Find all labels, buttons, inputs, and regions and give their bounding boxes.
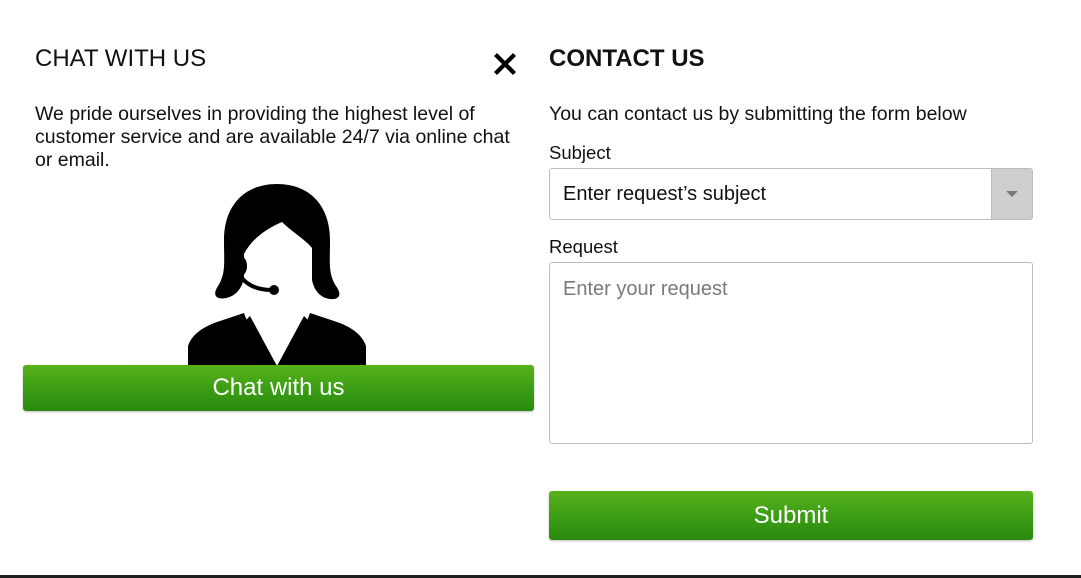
- contact-dialog: CHAT WITH US We pride ourselves in provi…: [0, 0, 1081, 578]
- subject-select-value: Enter request’s subject: [563, 183, 767, 205]
- support-agent-icon: [188, 184, 366, 366]
- chat-panel-description: We pride ourselves in providing the high…: [35, 103, 510, 171]
- request-textarea[interactable]: [549, 262, 1033, 444]
- contact-panel-title: CONTACT US: [549, 45, 705, 72]
- subject-select[interactable]: Enter request’s subject: [549, 168, 1033, 220]
- contact-panel-description: You can contact us by submitting the for…: [549, 103, 967, 125]
- subject-label: Subject: [549, 142, 611, 163]
- subject-select-toggle[interactable]: [991, 169, 1032, 219]
- chevron-down-icon: [1006, 191, 1018, 197]
- request-label: Request: [549, 236, 618, 257]
- chat-panel-title: CHAT WITH US: [35, 45, 207, 72]
- submit-button[interactable]: Submit: [549, 491, 1033, 540]
- close-icon[interactable]: [490, 49, 520, 79]
- chat-with-us-button[interactable]: Chat with us: [23, 365, 534, 411]
